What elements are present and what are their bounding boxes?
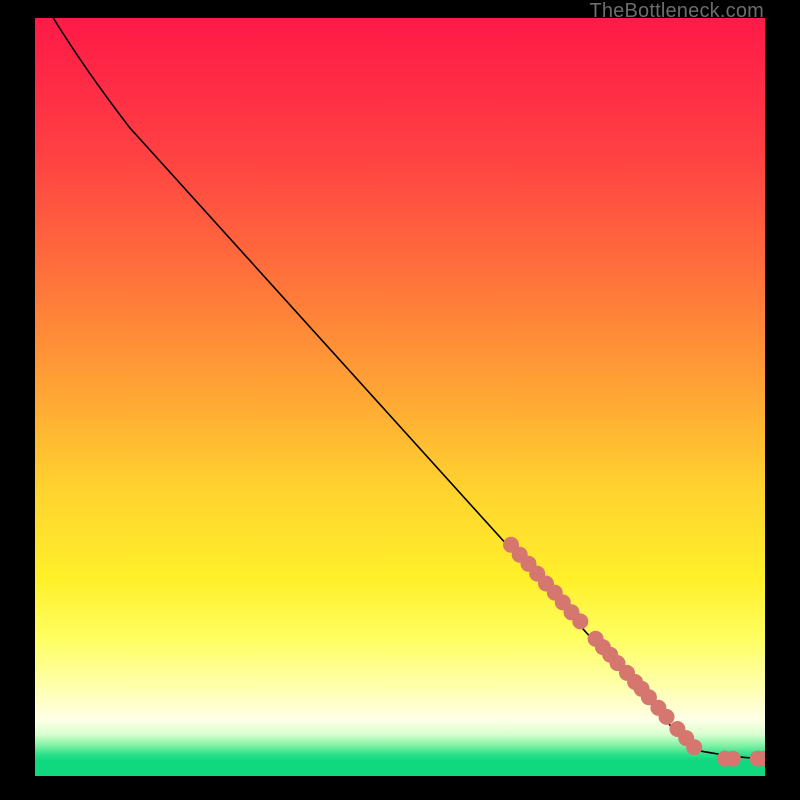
chart-frame: TheBottleneck.com (0, 0, 800, 800)
data-point (572, 613, 588, 629)
chart-overlay (35, 18, 765, 776)
scatter-points (503, 537, 765, 767)
data-point (725, 751, 741, 767)
curve-line (53, 18, 765, 759)
data-point (659, 709, 675, 725)
gradient-plot-area (35, 18, 765, 776)
data-point (686, 739, 702, 755)
